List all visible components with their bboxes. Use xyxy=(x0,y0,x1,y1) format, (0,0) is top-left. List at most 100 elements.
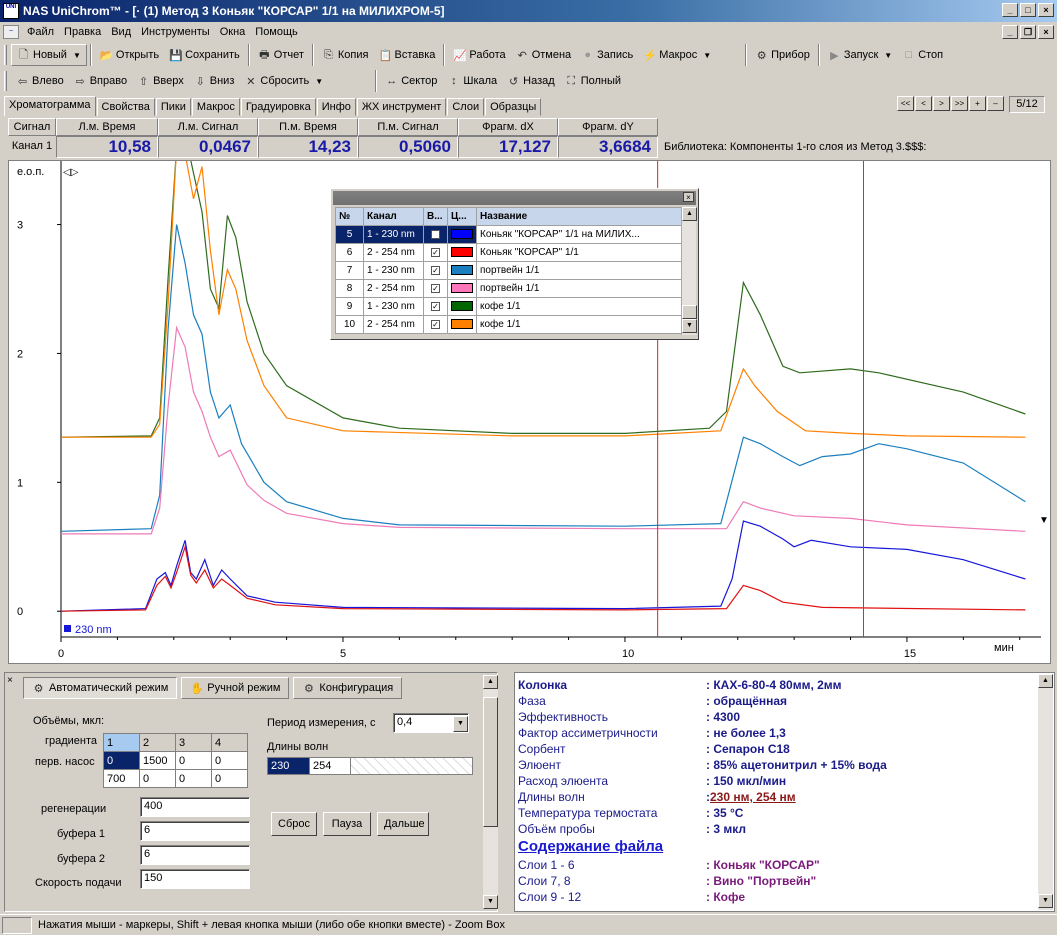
visible-checkbox[interactable]: ✓ xyxy=(431,302,440,311)
undo-button[interactable]: ↶ Отмена xyxy=(511,44,576,66)
layers-legend-popup[interactable]: × № Канал В... Ц... Название 51 - 230 nm… xyxy=(330,188,699,340)
tab-properties[interactable]: Свойства xyxy=(96,98,155,116)
grad-cell[interactable]: 0 xyxy=(175,769,212,788)
doc-close-button[interactable]: × xyxy=(1038,25,1054,39)
series-line[interactable] xyxy=(61,544,1026,612)
tab-configuration[interactable]: ⚙ Конфигурация xyxy=(293,677,403,699)
wavelength-cell[interactable]: 254 xyxy=(309,758,350,774)
last-layer-button[interactable]: >> xyxy=(951,96,968,111)
maximize-button[interactable]: □ xyxy=(1020,3,1036,17)
layer-color-swatch[interactable] xyxy=(451,265,473,276)
pan-left-button[interactable]: ⇦ Влево xyxy=(11,70,69,92)
layer-color-swatch[interactable] xyxy=(451,283,473,294)
menu-windows[interactable]: Окна xyxy=(215,26,251,38)
layer-color-swatch[interactable] xyxy=(451,301,473,312)
pan-up-button[interactable]: ⇧ Вверх xyxy=(132,70,189,92)
scroll-down-icon[interactable]: ▼ xyxy=(1038,894,1053,908)
tab-calibration[interactable]: Градуировка xyxy=(240,98,316,116)
sector-button[interactable]: ↔ Сектор xyxy=(380,70,442,92)
menu-help[interactable]: Помощь xyxy=(250,26,303,38)
legend-row[interactable]: 62 - 254 nm ✓ Коньяк "КОРСАР" 1/1 xyxy=(335,243,683,262)
scroll-down-icon[interactable]: ▼ xyxy=(1039,515,1049,526)
paste-button[interactable]: 📋 Вставка xyxy=(373,44,440,66)
open-button[interactable]: 📂 Открыть xyxy=(95,44,164,66)
scroll-up-icon[interactable]: ▲ xyxy=(682,207,697,221)
gradient-grid[interactable]: 1 2 3 4 0 1500 0 0 700 0 0 0 xyxy=(103,733,248,788)
info-value[interactable]: 230 нм, 254 нм xyxy=(710,789,796,805)
work-button[interactable]: 📈 Работа xyxy=(448,44,510,66)
file-contents-heading[interactable]: Содержание файла xyxy=(518,837,1054,857)
tab-layers[interactable]: Слои xyxy=(447,98,485,116)
grad-cell[interactable]: 1500 xyxy=(139,751,176,770)
visible-checkbox[interactable]: ✓ xyxy=(431,266,440,275)
grad-cell[interactable]: 700 xyxy=(103,769,140,788)
report-button[interactable]: 🖶 Отчет xyxy=(253,44,309,66)
tab-samples[interactable]: Образцы xyxy=(485,98,542,116)
wavelengths-grid[interactable]: 230 254 xyxy=(267,757,473,775)
period-select[interactable]: 0,4 ▼ xyxy=(393,713,469,733)
visible-checkbox[interactable]: ✓ xyxy=(431,320,440,329)
speed-input[interactable]: 150 xyxy=(140,869,250,889)
tab-macro[interactable]: Макрос xyxy=(191,98,240,116)
add-layer-button[interactable]: + xyxy=(969,96,986,111)
next-layer-button[interactable]: > xyxy=(933,96,950,111)
minimize-button[interactable]: _ xyxy=(1002,3,1018,17)
info-scrollbar[interactable]: ▲ ▼ xyxy=(1038,674,1053,910)
close-button[interactable]: × xyxy=(1038,3,1054,17)
visible-checkbox[interactable]: ✓ xyxy=(431,248,440,257)
panel-scrollbar[interactable]: ▲ ▼ xyxy=(483,675,498,909)
menu-file[interactable]: Файл xyxy=(22,26,59,38)
buffer2-input[interactable]: 6 xyxy=(140,845,250,865)
save-button[interactable]: 💾 Сохранить xyxy=(164,44,245,66)
record-button[interactable]: ● Запись xyxy=(576,44,638,66)
legend-scrollbar[interactable]: ▲ ▼ xyxy=(681,207,697,335)
grad-cell[interactable]: 0 xyxy=(211,751,248,770)
scroll-thumb[interactable] xyxy=(682,305,697,319)
layer-color-swatch[interactable] xyxy=(451,247,473,258)
remove-layer-button[interactable]: – xyxy=(987,96,1004,111)
macro-button[interactable]: ⚡ Макрос ▼ xyxy=(638,44,716,66)
start-button[interactable]: ▶ Запуск ▼ xyxy=(823,44,897,66)
pan-right-button[interactable]: ⇨ Вправо xyxy=(69,70,132,92)
tab-lc-instrument[interactable]: ЖХ инструмент xyxy=(356,98,447,116)
tab-auto-mode[interactable]: ⚙ Автоматический режим xyxy=(23,677,178,699)
scroll-down-icon[interactable]: ▼ xyxy=(483,895,498,909)
layer-color-swatch[interactable] xyxy=(451,319,473,330)
doc-minimize-button[interactable]: _ xyxy=(1002,25,1018,39)
series-line[interactable] xyxy=(61,520,1026,612)
visible-checkbox[interactable]: ✓ xyxy=(431,230,440,239)
tab-info[interactable]: Инфо xyxy=(316,98,356,116)
tab-manual-mode[interactable]: ✋ Ручной режим xyxy=(181,677,290,699)
tab-chromatogram[interactable]: Хроматограмма xyxy=(4,96,96,116)
first-layer-button[interactable]: << xyxy=(897,96,914,111)
legend-row[interactable]: 82 - 254 nm ✓ портвейн 1/1 xyxy=(335,279,683,298)
buffer1-input[interactable]: 6 xyxy=(140,821,250,841)
back-button[interactable]: ↺ Назад xyxy=(502,70,560,92)
reset-view-button[interactable]: ✕ Сбросить ▼ xyxy=(239,70,328,92)
legend-row[interactable]: 51 - 230 nm ✓ Коньяк "КОРСАР" 1/1 на МИЛИХ… xyxy=(335,225,683,244)
stop-button[interactable]: □ Стоп xyxy=(897,44,948,66)
next-button[interactable]: Дальше xyxy=(377,812,429,836)
popup-title-bar[interactable]: × xyxy=(333,191,696,205)
menu-view[interactable]: Вид xyxy=(106,26,136,38)
full-view-button[interactable]: ⛶ Полный xyxy=(560,70,626,92)
scroll-thumb[interactable] xyxy=(483,697,498,827)
popup-close-icon[interactable]: × xyxy=(683,192,694,202)
grad-cell[interactable]: 0 xyxy=(103,751,140,770)
doc-restore-button[interactable]: ❐ xyxy=(1020,25,1036,39)
new-button[interactable]: 🗋 Новый ▼ xyxy=(11,44,87,66)
grad-cell[interactable]: 0 xyxy=(211,769,248,788)
prev-layer-button[interactable]: < xyxy=(915,96,932,111)
menu-tools[interactable]: Инструменты xyxy=(136,26,215,38)
legend-row[interactable]: 10 2 - 254 nm ✓ кофе 1/1 xyxy=(335,315,683,334)
scroll-down-icon[interactable]: ▼ xyxy=(682,319,697,333)
pan-down-button[interactable]: ⇩ Вниз xyxy=(189,70,240,92)
scroll-up-icon[interactable]: ▲ xyxy=(483,675,498,689)
regen-input[interactable]: 400 xyxy=(140,797,250,817)
pause-button[interactable]: Пауза xyxy=(323,812,371,836)
tab-peaks[interactable]: Пики xyxy=(155,98,191,116)
visible-checkbox[interactable]: ✓ xyxy=(431,284,440,293)
reset-button[interactable]: Сброс xyxy=(271,812,317,836)
layer-color-swatch[interactable] xyxy=(451,229,473,240)
scroll-left-right-icon[interactable]: ◁▷ xyxy=(63,167,79,178)
